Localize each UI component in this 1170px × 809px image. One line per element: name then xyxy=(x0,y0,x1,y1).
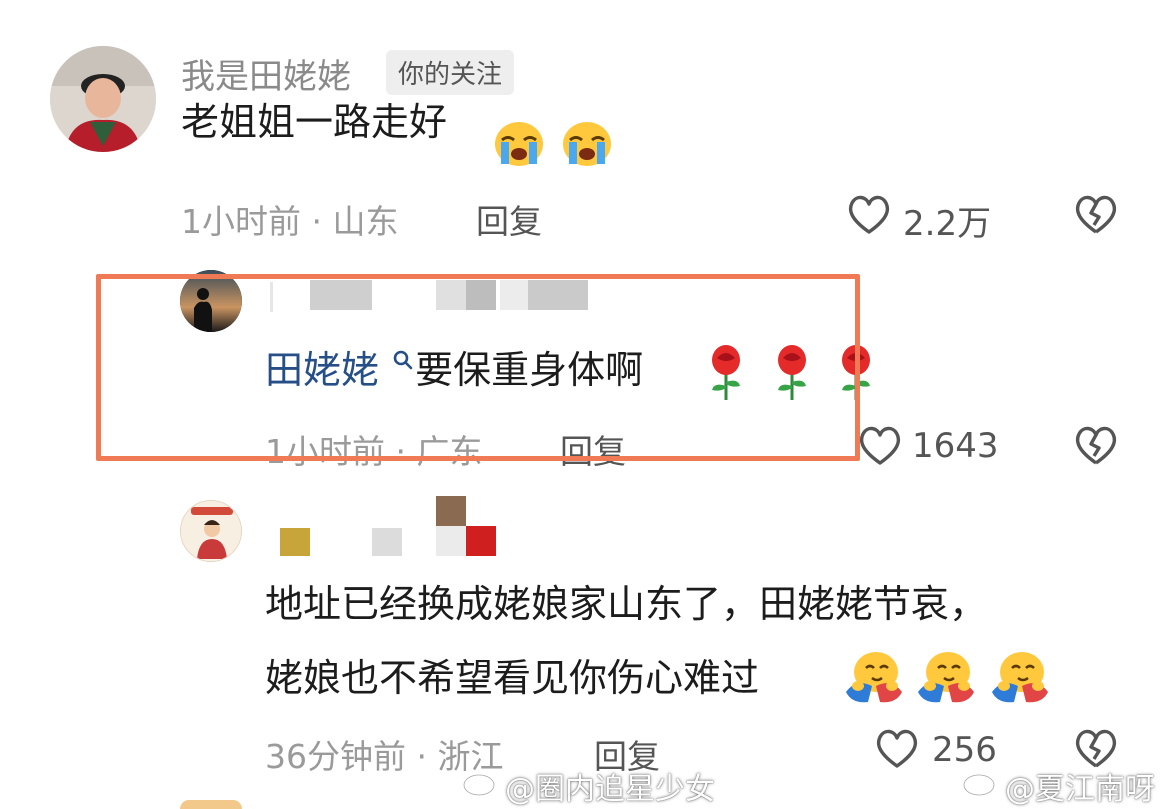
search-icon[interactable] xyxy=(391,348,415,388)
username-blur xyxy=(436,496,466,526)
mention-link[interactable]: 田姥姥 xyxy=(265,348,379,392)
rose-icon xyxy=(770,342,814,406)
comment-time-location: 1小时前 · 广东 xyxy=(265,432,483,471)
reply-button[interactable]: 回复 xyxy=(560,425,626,473)
follow-badge: 你的关注 xyxy=(386,50,515,95)
avatar[interactable] xyxy=(180,800,242,809)
reply-button[interactable]: 回复 xyxy=(476,195,542,243)
broken-heart-icon[interactable] xyxy=(1073,424,1119,470)
comment-username[interactable]: 我是田姥姥 xyxy=(181,49,351,98)
comment-text-line: 姥娘也不希望看见你伤心难过 xyxy=(265,656,760,700)
username-blur xyxy=(500,280,528,310)
crying-face-icon xyxy=(558,118,616,172)
hugging-face-icon xyxy=(914,648,978,708)
avatar[interactable] xyxy=(50,46,156,152)
username-blur xyxy=(310,280,372,310)
comment-time-location: 1小时前 · 山东 xyxy=(181,202,399,241)
heart-icon[interactable] xyxy=(857,424,903,470)
weibo-logo-icon xyxy=(462,764,502,802)
watermark-right: @夏江南呀 xyxy=(1005,772,1155,807)
comment-text-line: 地址已经换成姥娘家山东了，田姥姥节哀， xyxy=(265,582,988,626)
avatar[interactable] xyxy=(180,270,242,332)
weibo-logo-icon xyxy=(962,764,1002,802)
username-blur xyxy=(528,280,588,310)
avatar[interactable] xyxy=(180,500,242,562)
username-blur xyxy=(466,526,496,556)
comment-text-content: 老姐姐一路走好 xyxy=(181,100,448,144)
username-blur xyxy=(436,280,466,310)
comment-text-content: 要保重身体啊 xyxy=(415,348,644,392)
heart-icon[interactable] xyxy=(874,727,920,773)
comment-text: 老姐姐一路走好 xyxy=(181,100,447,146)
username-blur xyxy=(270,282,273,312)
heart-icon[interactable] xyxy=(846,193,892,239)
rose-icon xyxy=(834,342,878,406)
like-count: 2.2万 xyxy=(903,204,992,244)
username-blur xyxy=(372,528,402,556)
crying-face-icon xyxy=(490,118,548,172)
like-count: 1643 xyxy=(912,426,999,466)
watermark-left: @圈内追星少女 xyxy=(505,772,715,807)
username-blur xyxy=(436,526,466,556)
hugging-face-icon xyxy=(988,648,1052,708)
hugging-face-icon xyxy=(842,648,906,708)
broken-heart-icon[interactable] xyxy=(1073,193,1119,239)
rose-icon xyxy=(704,342,748,406)
username-blur xyxy=(466,280,496,310)
comment-text: 田姥姥 要保重身体啊 xyxy=(265,348,643,394)
username-blur xyxy=(280,528,310,556)
